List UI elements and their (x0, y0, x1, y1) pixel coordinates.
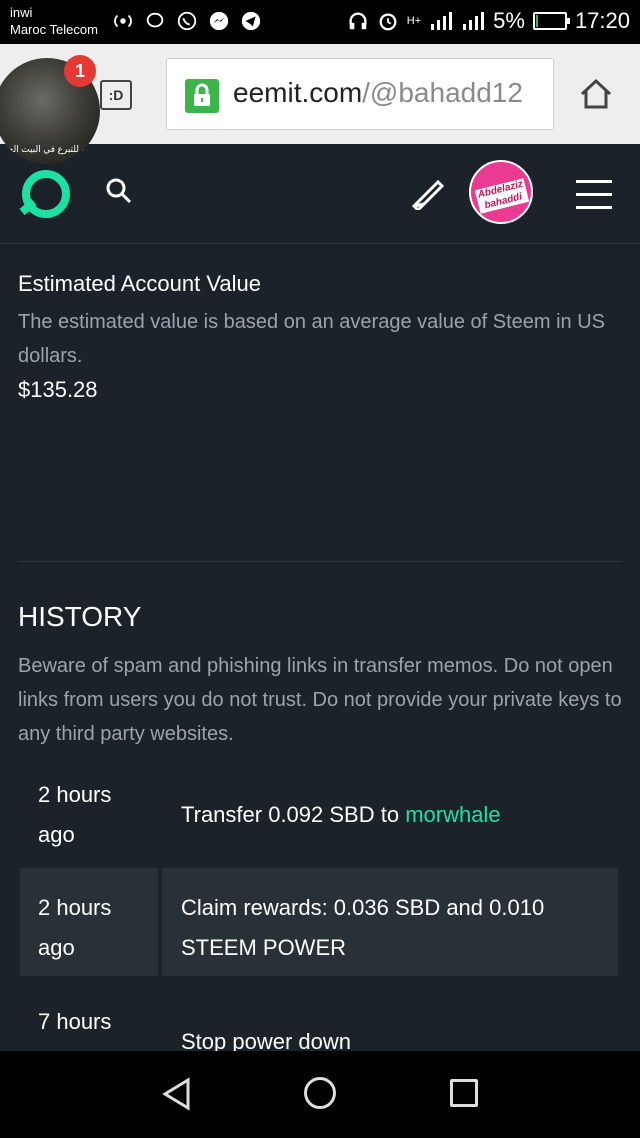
battery-fill (535, 15, 538, 27)
url-text[interactable]: eemit.com/@bahadd12 (233, 77, 523, 109)
carrier-name-2: Maroc Telecom (10, 22, 98, 37)
whatsapp-icon (177, 11, 197, 31)
app-header (0, 144, 640, 244)
estimated-value-amount: $135.28 (18, 377, 98, 402)
user-avatar[interactable]: Abdelaziz bahaddi (469, 160, 533, 224)
signal-icon-1 (431, 12, 453, 30)
history-row: 7 hours ago Stop power down (20, 982, 618, 1051)
history-description: Claim rewards: 0.036 SBD and 0.010 STEEM… (162, 868, 618, 976)
carrier-label: inwi Maroc Telecom (10, 4, 98, 38)
lock-icon (185, 79, 219, 113)
url-domain: eemit.com (233, 77, 363, 108)
section-divider (18, 561, 622, 562)
status-right: H+ 5% 17:20 (347, 8, 630, 34)
estimated-value-title: Estimated Account Value (18, 271, 261, 296)
url-path: /@bahadd12 (362, 77, 523, 108)
system-nav-bar (0, 1051, 640, 1138)
network-type: H+ (406, 15, 422, 27)
url-bar[interactable]: eemit.com/@bahadd12 (166, 58, 554, 130)
home-icon[interactable] (578, 76, 614, 112)
search-icon[interactable] (104, 176, 134, 206)
chat-head-caption: نحتاجه للتبرع في البيت الحلو (0, 144, 100, 154)
history-row: 2 hours ago Claim rewards: 0.036 SBD and… (20, 868, 618, 976)
history-description: Stop power down (181, 1029, 351, 1051)
hamburger-menu-icon[interactable] (576, 180, 612, 210)
carrier-name-1: inwi (10, 5, 33, 20)
history-text: Transfer 0.092 SBD to (181, 802, 406, 827)
tab-switcher-button[interactable]: :D (100, 80, 132, 110)
history-time: 2 hours ago (20, 868, 158, 976)
battery-percent: 5% (493, 8, 525, 33)
clock: 17:20 (574, 8, 630, 33)
history-time: 7 hours ago (38, 1009, 112, 1051)
back-icon[interactable] (160, 1077, 194, 1111)
history-row: 2 hours ago Transfer 0.092 SBD to morwha… (20, 755, 618, 863)
steemit-logo-icon[interactable] (16, 168, 72, 218)
compose-icon[interactable] (410, 176, 446, 210)
headphones-icon (349, 12, 367, 30)
history-title: HISTORY (18, 601, 142, 632)
user-link[interactable]: morwhale (405, 802, 500, 827)
chat-icon (146, 12, 164, 28)
estimated-value-description: The estimated value is based on an avera… (18, 311, 606, 367)
recent-apps-icon[interactable] (450, 1079, 478, 1107)
wallet-content: Estimated Account Value The estimated va… (0, 245, 640, 1051)
notification-icons (112, 10, 262, 32)
battery-icon (532, 12, 570, 30)
status-bar: inwi Maroc Telecom H+ 5% 17:20 (0, 0, 640, 44)
history-time: 2 hours ago (38, 782, 112, 847)
home-nav-icon[interactable] (304, 1077, 336, 1109)
history-description: Transfer 0.092 SBD to morwhale (162, 755, 618, 863)
hotspot-icon (114, 14, 132, 28)
notification-badge: 1 (64, 55, 96, 87)
alarm-icon (379, 13, 397, 31)
telegram-icon (241, 11, 261, 31)
messenger-icon (209, 11, 229, 31)
history-warning: Beware of spam and phishing links in tra… (18, 655, 622, 745)
avatar-label: Abdelaziz bahaddi (474, 178, 530, 214)
signal-icon-2 (463, 12, 485, 30)
